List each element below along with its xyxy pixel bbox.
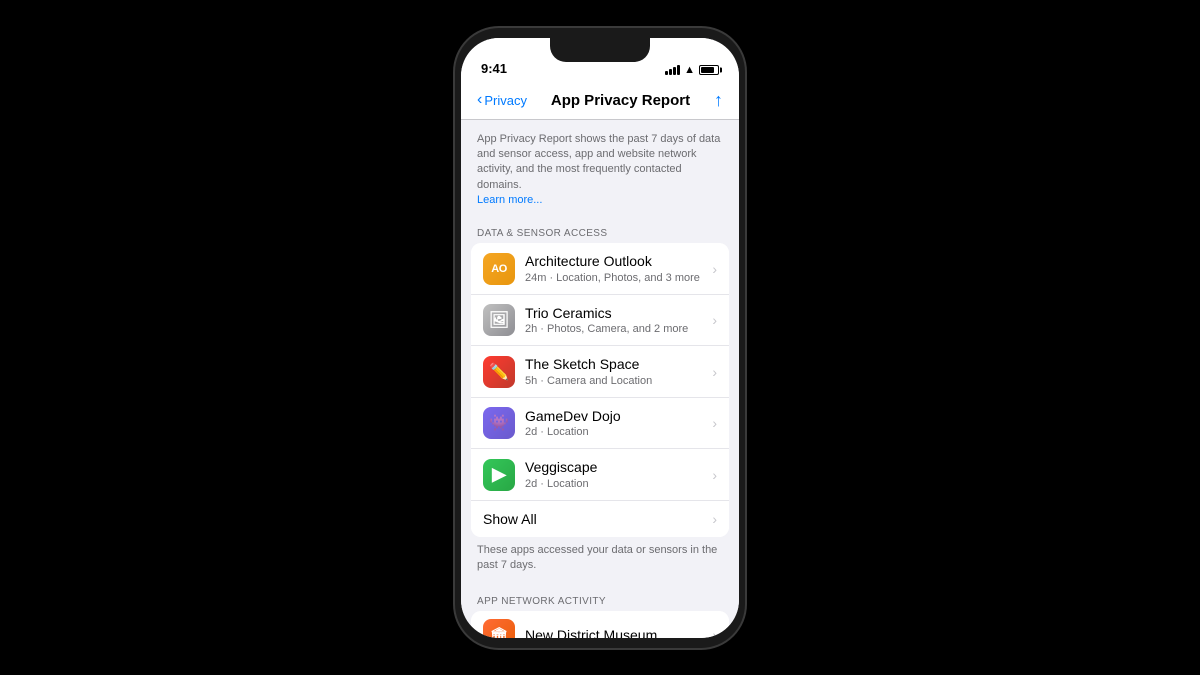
data-sensor-list: AO Architecture Outlook 24m · Location, …	[471, 243, 729, 536]
description-section: App Privacy Report shows the past 7 days…	[461, 120, 739, 217]
app-name: The Sketch Space	[525, 355, 708, 373]
app-info: Trio Ceramics 2h · Photos, Camera, and 2…	[525, 304, 708, 336]
app-detail: 5h · Camera and Location	[525, 374, 708, 388]
app-info: The Sketch Space 5h · Camera and Locatio…	[525, 355, 708, 387]
phone-frame: 9:41 ▲ ‹ Privacy App Privacy Report	[455, 28, 745, 648]
learn-more-link[interactable]: Learn more...	[477, 194, 542, 206]
app-name: GameDev Dojo	[525, 407, 708, 425]
back-button[interactable]: ‹ Privacy	[477, 91, 527, 109]
data-sensor-header: DATA & SENSOR ACCESS	[461, 216, 739, 243]
status-icons: ▲	[665, 64, 719, 76]
list-item[interactable]: ✏️ The Sketch Space 5h · Camera and Loca…	[471, 346, 729, 397]
show-all-item[interactable]: Show All ›	[471, 501, 729, 537]
app-icon-sketch: ✏️	[483, 356, 515, 388]
app-detail: 24m · Location, Photos, and 3 more	[525, 271, 708, 285]
app-name: New District Museum	[525, 626, 708, 638]
chevron-right-icon: ›	[712, 415, 717, 431]
chevron-left-icon: ‹	[477, 91, 482, 109]
nav-bar: ‹ Privacy App Privacy Report ↑	[461, 82, 739, 120]
app-name: Veggiscape	[525, 458, 708, 476]
network-item[interactable]: 🏛 New District Museum › 46	[471, 611, 729, 638]
chevron-right-icon: ›	[712, 511, 717, 527]
app-icon-trio: 🖼	[483, 304, 515, 336]
app-name: Architecture Outlook	[525, 252, 708, 270]
list-item[interactable]: AO Architecture Outlook 24m · Location, …	[471, 243, 729, 294]
scroll-content[interactable]: App Privacy Report shows the past 7 days…	[461, 120, 739, 638]
network-list: 🏛 New District Museum › 46	[471, 611, 729, 638]
app-info: Architecture Outlook 24m · Location, Pho…	[525, 252, 708, 284]
notch	[550, 38, 650, 62]
list-item[interactable]: 👾 GameDev Dojo 2d · Location ›	[471, 398, 729, 449]
list-item[interactable]: 🖼 Trio Ceramics 2h · Photos, Camera, and…	[471, 295, 729, 346]
chevron-right-icon: ›	[712, 364, 717, 380]
app-detail: 2d · Location	[525, 425, 708, 439]
battery-fill	[701, 67, 714, 73]
back-label: Privacy	[484, 93, 527, 108]
app-name: Trio Ceramics	[525, 304, 708, 322]
app-icon-veggi: ▶	[483, 459, 515, 491]
app-icon-museum: 🏛	[483, 619, 515, 638]
app-info: New District Museum	[525, 626, 708, 638]
app-icon-label: AO	[491, 263, 507, 275]
list-item[interactable]: ▶ Veggiscape 2d · Location ›	[471, 449, 729, 500]
footer-note: These apps accessed your data or sensors…	[461, 537, 739, 584]
chevron-right-icon: ›	[712, 627, 717, 638]
signal-icon	[665, 65, 680, 75]
page-title: App Privacy Report	[551, 92, 690, 109]
app-info: Veggiscape 2d · Location	[525, 458, 708, 490]
chevron-right-icon: ›	[712, 312, 717, 328]
status-time: 9:41	[481, 61, 507, 76]
network-item-top: 🏛 New District Museum ›	[483, 619, 717, 638]
share-icon[interactable]: ↑	[714, 90, 723, 111]
app-detail: 2h · Photos, Camera, and 2 more	[525, 322, 708, 336]
app-info: GameDev Dojo 2d · Location	[525, 407, 708, 439]
show-all-label: Show All	[483, 511, 708, 527]
app-icon-ao: AO	[483, 253, 515, 285]
chevron-right-icon: ›	[712, 261, 717, 277]
phone-screen: 9:41 ▲ ‹ Privacy App Privacy Report	[461, 38, 739, 638]
battery-icon	[699, 65, 719, 75]
app-icon-gamedev: 👾	[483, 407, 515, 439]
network-section-header: APP NETWORK ACTIVITY	[461, 584, 739, 611]
wifi-icon: ▲	[684, 64, 695, 76]
description-text: App Privacy Report shows the past 7 days…	[477, 132, 723, 209]
chevron-right-icon: ›	[712, 467, 717, 483]
app-detail: 2d · Location	[525, 477, 708, 491]
